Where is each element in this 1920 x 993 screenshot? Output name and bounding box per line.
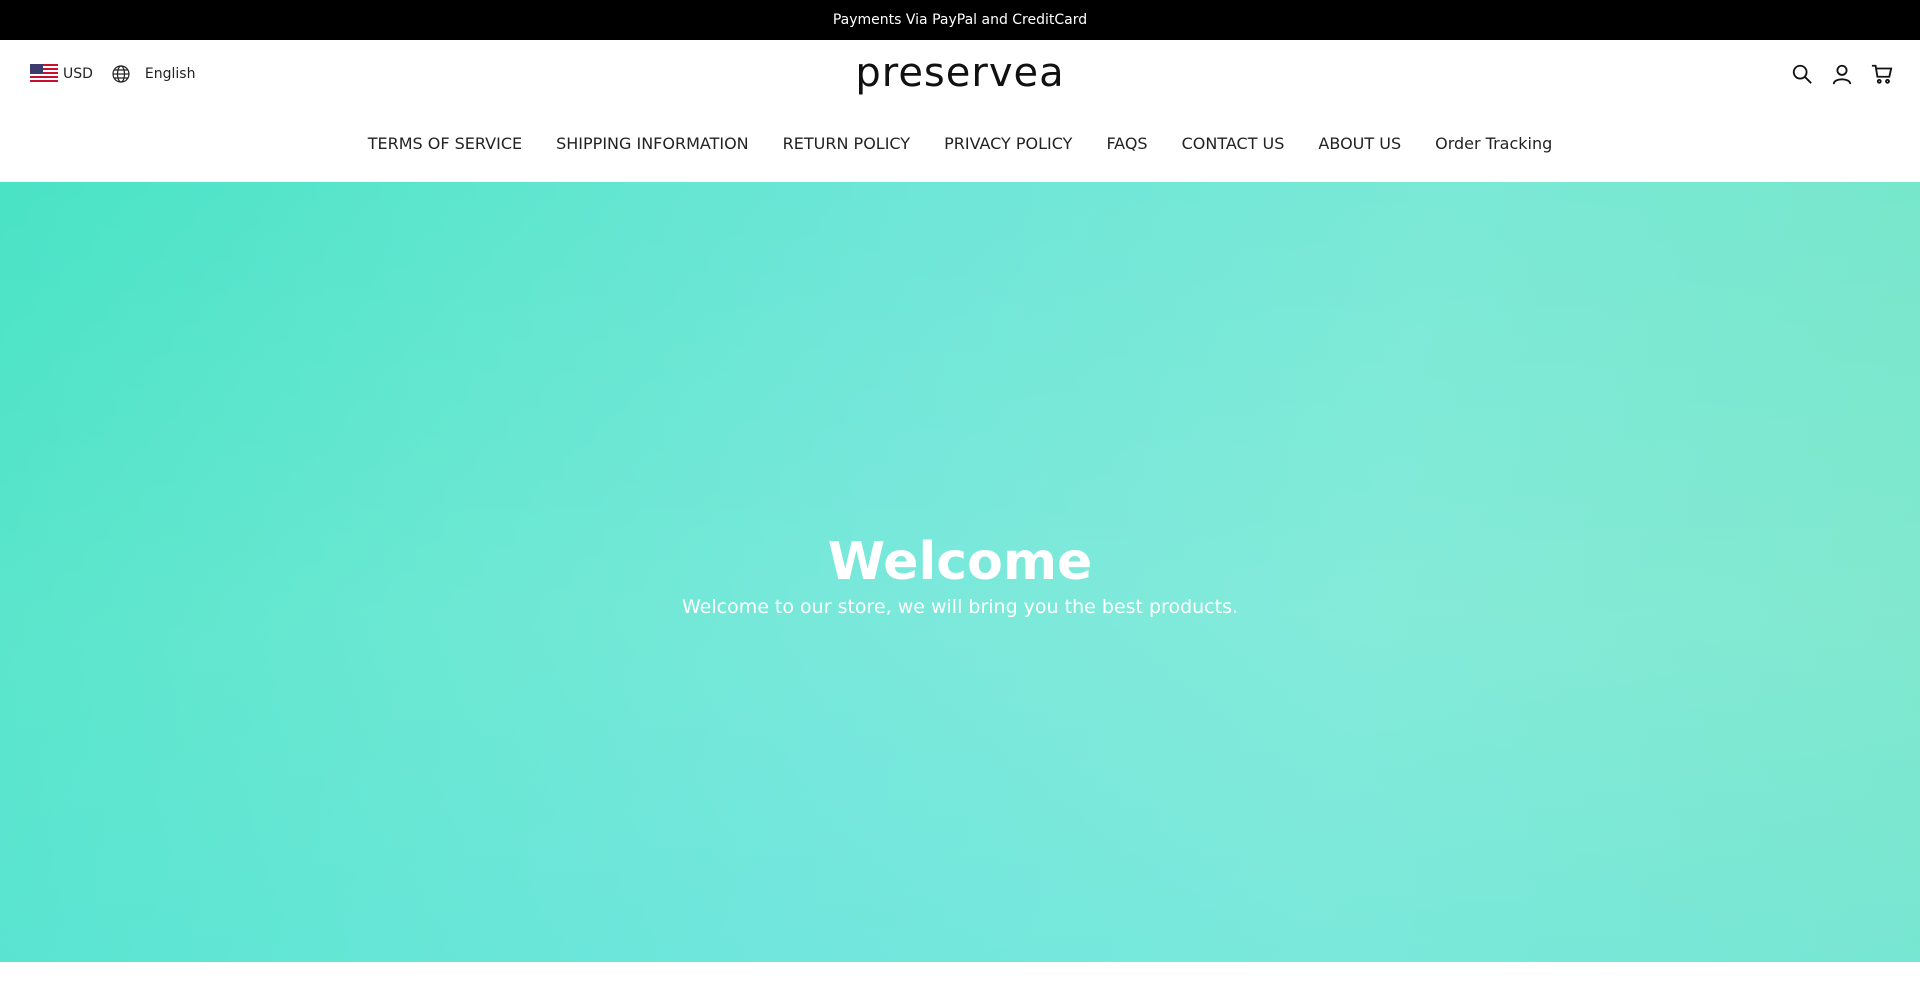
search-icon[interactable]: [1790, 62, 1814, 86]
hero-subtitle: Welcome to our store, we will bring you …: [681, 596, 1239, 618]
nav-return-policy[interactable]: RETURN POLICY: [783, 134, 910, 153]
site-logo[interactable]: preservea: [0, 50, 1920, 96]
site-header: USD English preservea TERMS OF SERVICE S…: [0, 40, 1920, 182]
nav-faqs[interactable]: FAQS: [1106, 134, 1147, 153]
announcement-text: Payments Via PayPal and CreditCard: [832, 12, 1088, 28]
header-icons: [1790, 62, 1894, 86]
main-navigation: TERMS OF SERVICE SHIPPING INFORMATION RE…: [0, 134, 1920, 153]
nav-contact-us[interactable]: CONTACT US: [1182, 134, 1285, 153]
nav-order-tracking[interactable]: Order Tracking: [1435, 134, 1552, 153]
nav-privacy-policy[interactable]: PRIVACY POLICY: [944, 134, 1072, 153]
announcement-bar: Payments Via PayPal and CreditCard: [0, 0, 1920, 40]
nav-about-us[interactable]: ABOUT US: [1318, 134, 1401, 153]
account-icon[interactable]: [1830, 62, 1854, 86]
hero-title: Welcome: [827, 532, 1093, 592]
hero-banner: Welcome Welcome to our store, we will br…: [0, 182, 1920, 962]
nav-terms-of-service[interactable]: TERMS OF SERVICE: [368, 134, 522, 153]
cart-icon[interactable]: [1870, 62, 1894, 86]
nav-shipping-information[interactable]: SHIPPING INFORMATION: [556, 134, 749, 153]
